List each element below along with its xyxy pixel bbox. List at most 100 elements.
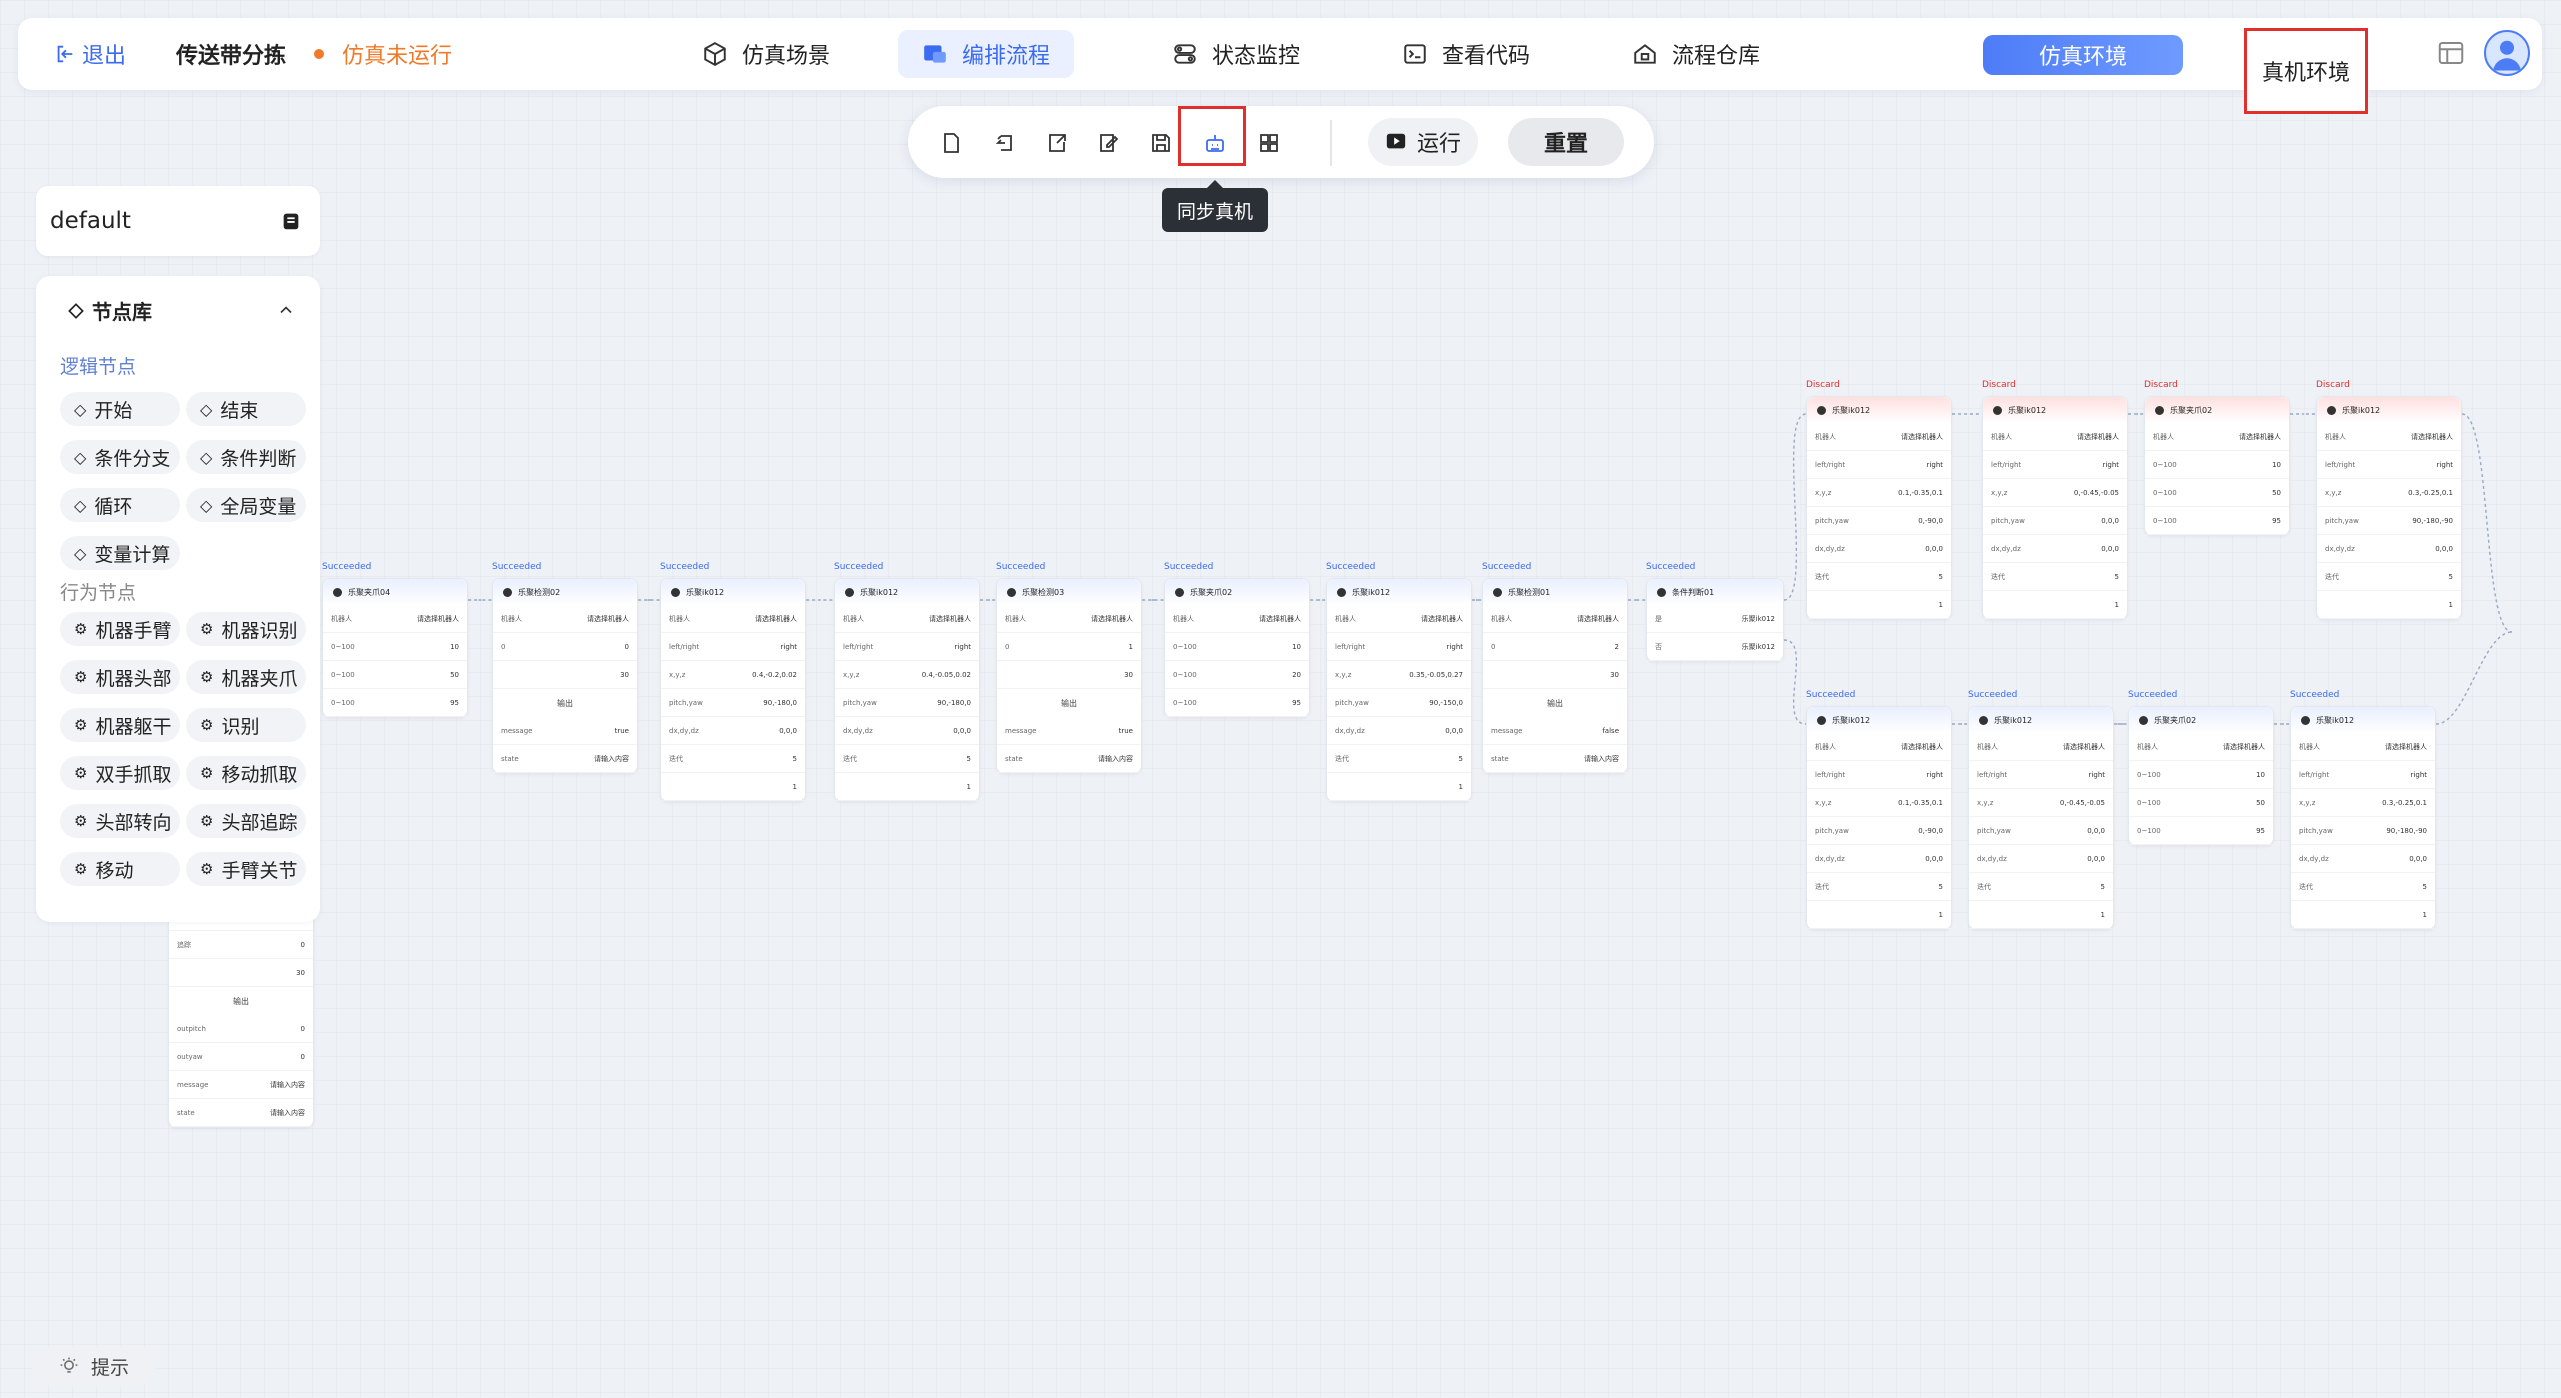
node-param-row[interactable]: 0~100 10 (1165, 633, 1309, 661)
node-param-row[interactable]: 机器人 请选择机器人 (835, 605, 979, 633)
library-item[interactable]: ◇ 循环 (60, 488, 180, 522)
flow-node[interactable]: 乐聚ik012 机器人 请选择机器人 left/right right x,y,z 0.3,… (2290, 706, 2436, 930)
library-item[interactable]: ⚙ 移动 (60, 852, 180, 886)
node-param-row[interactable]: 机器人 请选择机器人 (323, 605, 467, 633)
library-item[interactable]: ⚙ 识别 (186, 708, 306, 742)
node-param-row[interactable]: 1 (1807, 901, 1951, 929)
node-param-row[interactable]: 30 (1483, 661, 1627, 689)
node-param-row[interactable]: pitch,yaw 90,-180,0 (661, 689, 805, 717)
node-output-row[interactable]: state 请输入内容 (169, 1099, 313, 1127)
library-item[interactable]: ⚙ 双手抓取 (60, 756, 180, 790)
node-param-row[interactable]: 机器人 请选择机器人 (1165, 605, 1309, 633)
library-item[interactable]: ⚙ 头部追踪 (186, 804, 306, 838)
flow-node[interactable]: 乐聚夹爪04 机器人 请选择机器人 0~100 10 0~100 50 0~100 95 (322, 578, 468, 718)
node-param-row[interactable]: pitch,yaw 0,0,0 (1983, 507, 2127, 535)
node-output-row[interactable]: outyaw 0 (169, 1043, 313, 1071)
node-param-row[interactable]: 1 (661, 773, 805, 801)
node-param-row[interactable]: 机器人 请选择机器人 (2317, 423, 2461, 451)
library-item[interactable]: ⚙ 机器手臂 (60, 612, 180, 646)
node-param-row[interactable]: 是 乐聚ik012 (1647, 605, 1783, 633)
node-param-row[interactable]: 0~100 95 (1165, 689, 1309, 717)
node-param-row[interactable]: left/right right (1983, 451, 2127, 479)
node-param-row[interactable]: 迭代 5 (2291, 873, 2435, 901)
node-param-row[interactable]: 迭代 5 (1983, 563, 2127, 591)
library-item[interactable]: ⚙ 机器夹爪 (186, 660, 306, 694)
node-param-row[interactable]: 否 乐聚ik012 (1647, 633, 1783, 661)
hint-button[interactable]: 提示 (32, 1346, 156, 1386)
node-param-row[interactable]: x,y,z 0.3,-0.25,0.1 (2317, 479, 2461, 507)
node-param-row[interactable]: dx,dy,dz 0,0,0 (1807, 535, 1951, 563)
node-output-row[interactable]: state 请输入内容 (1483, 745, 1627, 773)
node-param-row[interactable]: 00 (493, 633, 637, 661)
node-param-row[interactable]: dx,dy,dz 0,0,0 (1327, 717, 1471, 745)
library-item[interactable]: ◇ 条件分支 (60, 440, 180, 474)
node-output-row[interactable]: message true (997, 717, 1141, 745)
node-param-row[interactable]: 1 (1969, 901, 2113, 929)
node-param-row[interactable]: 0~100 10 (2145, 451, 2289, 479)
node-param-row[interactable]: 机器人 请选择机器人 (661, 605, 805, 633)
node-param-row[interactable]: 0~100 95 (323, 689, 467, 717)
node-param-row[interactable]: 机器人 请选择机器人 (1807, 733, 1951, 761)
node-param-row[interactable]: 追踪 0 (169, 931, 313, 959)
node-param-row[interactable]: 机器人 请选择机器人 (1807, 423, 1951, 451)
node-param-row[interactable]: x,y,z 0.1,-0.35,0.1 (1807, 479, 1951, 507)
flow-node[interactable]: 乐聚夹爪02 机器人 请选择机器人 0~100 10 0~100 50 0~100 95 (2128, 706, 2274, 846)
node-param-row[interactable]: 0~100 95 (2145, 507, 2289, 535)
flow-node[interactable]: 乐聚检测02 机器人 请选择机器人 0 0 30 输出 message true state 请输入… (492, 578, 638, 774)
flow-node[interactable]: 乐聚ik012 机器人 请选择机器人 left/right right x,y,z 0.4,… (834, 578, 980, 802)
node-param-row[interactable]: left/right right (2291, 761, 2435, 789)
node-param-row[interactable]: x,y,z 0.1,-0.35,0.1 (1807, 789, 1951, 817)
node-param-row[interactable]: dx,dy,dz 0,0,0 (1983, 535, 2127, 563)
flow-node[interactable]: 乐聚夹爪02 机器人 请选择机器人 0~100 10 0~100 50 0~100 95 (2144, 396, 2290, 536)
flow-node[interactable]: 乐聚夹爪02 机器人 请选择机器人 0~100 10 0~100 20 0~100 95 (1164, 578, 1310, 718)
flow-node[interactable]: 乐聚ik012 机器人 请选择机器人 left/right right x,y,z 0.3,… (2316, 396, 2462, 620)
node-param-row[interactable]: 02 (1483, 633, 1627, 661)
node-param-row[interactable]: x,y,z 0.4,-0.05,0.02 (835, 661, 979, 689)
node-param-row[interactable]: left/right right (1969, 761, 2113, 789)
node-output-row[interactable]: state 请输入内容 (997, 745, 1141, 773)
library-item[interactable]: ⚙ 机器头部 (60, 660, 180, 694)
library-item[interactable]: ⚙ 机器躯干 (60, 708, 180, 742)
node-param-row[interactable]: 0~100 10 (2129, 761, 2273, 789)
node-param-row[interactable]: left/right right (1807, 451, 1951, 479)
node-param-row[interactable]: dx,dy,dz 0,0,0 (2291, 845, 2435, 873)
node-param-row[interactable]: 01 (997, 633, 1141, 661)
library-item[interactable]: ⚙ 头部转向 (60, 804, 180, 838)
node-param-row[interactable]: 迭代 5 (2317, 563, 2461, 591)
collapse-chevron-icon[interactable] (276, 300, 296, 320)
copy-icon[interactable] (280, 210, 302, 232)
node-param-row[interactable]: 1 (1983, 591, 2127, 619)
node-param-row[interactable]: x,y,z 0.4,-0.2,0.02 (661, 661, 805, 689)
library-item[interactable]: ⚙ 机器识别 (186, 612, 306, 646)
node-param-row[interactable]: 迭代 5 (1969, 873, 2113, 901)
node-param-row[interactable]: 迭代 5 (661, 745, 805, 773)
node-param-row[interactable]: left/right right (1327, 633, 1471, 661)
node-param-row[interactable]: dx,dy,dz 0,0,0 (661, 717, 805, 745)
library-item[interactable]: ◇ 结束 (186, 392, 306, 426)
library-item[interactable]: ◇ 条件判断 (186, 440, 306, 474)
node-param-row[interactable]: dx,dy,dz 0,0,0 (1807, 845, 1951, 873)
node-param-row[interactable]: 迭代 5 (835, 745, 979, 773)
node-param-row[interactable]: pitch,yaw 0,0,0 (1969, 817, 2113, 845)
node-param-row[interactable]: left/right right (1807, 761, 1951, 789)
node-output-row[interactable]: message false (1483, 717, 1627, 745)
node-param-row[interactable]: 0~100 50 (323, 661, 467, 689)
node-param-row[interactable]: dx,dy,dz 0,0,0 (1969, 845, 2113, 873)
node-param-row[interactable]: 机器人 请选择机器人 (1969, 733, 2113, 761)
flow-node[interactable]: 乐聚ik012 机器人 请选择机器人 left/right right x,y,z 0.1,… (1806, 706, 1952, 930)
flow-node[interactable]: 乐聚ik012 机器人 请选择机器人 left/right right x,y,z 0.1,… (1806, 396, 1952, 620)
workspace-selector[interactable]: default (36, 186, 320, 256)
node-param-row[interactable]: x,y,z 0,-0.45,-0.05 (1969, 789, 2113, 817)
flow-node[interactable]: 乐聚ik012 机器人 请选择机器人 left/right right x,y,z 0,-0… (1968, 706, 2114, 930)
node-param-row[interactable]: 30 (169, 959, 313, 987)
node-param-row[interactable]: 迭代 5 (1327, 745, 1471, 773)
node-output-row[interactable]: state 请输入内容 (493, 745, 637, 773)
node-param-row[interactable]: pitch,yaw 0,-90,0 (1807, 817, 1951, 845)
node-output-row[interactable]: outpitch 0 (169, 1015, 313, 1043)
library-item[interactable]: ◇ 全局变量 (186, 488, 306, 522)
node-param-row[interactable]: 机器人 请选择机器人 (493, 605, 637, 633)
node-param-row[interactable]: 机器人 请选择机器人 (1483, 605, 1627, 633)
node-param-row[interactable]: 机器人 请选择机器人 (2291, 733, 2435, 761)
node-param-row[interactable]: 机器人 请选择机器人 (1327, 605, 1471, 633)
node-param-row[interactable]: pitch,yaw 90,-180,0 (835, 689, 979, 717)
